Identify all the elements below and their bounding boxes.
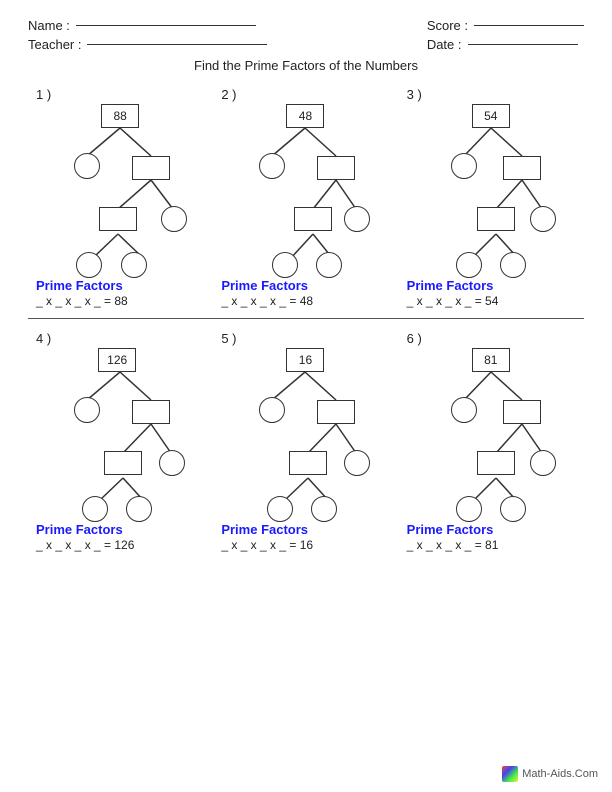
node-5-l3-right xyxy=(344,450,370,476)
page-title: Find the Prime Factors of the Numbers xyxy=(28,58,584,73)
problem-1-number: 1 ) xyxy=(36,87,51,102)
node-3-l4-right xyxy=(500,252,526,278)
node-1-l2-left xyxy=(74,153,100,179)
node-4-l2-right xyxy=(132,400,170,424)
problem-4: 4 ) 126 Prime Factors _ x _ xyxy=(28,325,213,556)
prime-label-5: Prime Factors xyxy=(221,522,308,537)
teacher-label: Teacher : xyxy=(28,37,81,52)
prime-equation-1: _ x _ x _ x _ = 88 xyxy=(36,294,128,308)
prime-label-6: Prime Factors xyxy=(407,522,494,537)
tree-5: 16 xyxy=(228,348,383,518)
node-2-l3-left xyxy=(294,207,332,231)
problem-3: 3 ) 54 Prime Factors _ x _ x xyxy=(399,81,584,312)
node-2-l3-right xyxy=(344,206,370,232)
node-5-l4-right xyxy=(311,496,337,522)
score-label: Score : xyxy=(427,18,468,33)
problems-grid-row2: 4 ) 126 Prime Factors _ x _ xyxy=(28,325,584,556)
problem-6: 6 ) 81 Prime Factors _ x _ x xyxy=(399,325,584,556)
prime-equation-4: _ x _ x _ x _ = 126 xyxy=(36,538,134,552)
node-4-l4-right xyxy=(126,496,152,522)
node-6-l4-right xyxy=(500,496,526,522)
name-underline xyxy=(76,25,256,26)
prime-equation-5: _ x _ x _ x _ = 16 xyxy=(221,538,313,552)
score-underline xyxy=(474,25,584,26)
node-54: 54 xyxy=(472,104,510,128)
divider xyxy=(28,318,584,319)
node-5-l2-left xyxy=(259,397,285,423)
node-6-l4-left xyxy=(456,496,482,522)
score-line: Score : xyxy=(427,18,584,33)
node-2-l4-left xyxy=(272,252,298,278)
node-1-l4-right xyxy=(121,252,147,278)
watermark: Math-Aids.Com xyxy=(502,766,598,782)
teacher-line: Teacher : xyxy=(28,37,267,52)
date-line: Date : xyxy=(427,37,584,52)
node-1-l3-left xyxy=(99,207,137,231)
problem-5: 5 ) 16 Prime Factors _ x _ x xyxy=(213,325,398,556)
problem-5-number: 5 ) xyxy=(221,331,236,346)
watermark-text: Math-Aids.Com xyxy=(522,768,598,780)
prime-label-3: Prime Factors xyxy=(407,278,494,293)
header: Name : Teacher : Score : Date : xyxy=(28,18,584,52)
date-underline xyxy=(468,44,578,45)
prime-label-2: Prime Factors xyxy=(221,278,308,293)
node-3-l2-right xyxy=(503,156,541,180)
node-2-l4-right xyxy=(316,252,342,278)
node-81: 81 xyxy=(472,348,510,372)
node-1-l4-left xyxy=(76,252,102,278)
problem-1: 1 ) 88 xyxy=(28,81,213,312)
node-88: 88 xyxy=(101,104,139,128)
prime-label-4: Prime Factors xyxy=(36,522,123,537)
node-3-l4-left xyxy=(456,252,482,278)
problems-grid-row1: 1 ) 88 xyxy=(28,81,584,312)
node-48: 48 xyxy=(286,104,324,128)
node-1-l2-right xyxy=(132,156,170,180)
node-3-l3-left xyxy=(477,207,515,231)
problem-4-number: 4 ) xyxy=(36,331,51,346)
tree-4: 126 xyxy=(43,348,198,518)
node-3-l2-left xyxy=(451,153,477,179)
prime-equation-6: _ x _ x _ x _ = 81 xyxy=(407,538,499,552)
node-2-l2-left xyxy=(259,153,285,179)
node-6-l3-right xyxy=(530,450,556,476)
node-6-l3-left xyxy=(477,451,515,475)
node-4-l2-left xyxy=(74,397,100,423)
node-1-l3-right xyxy=(161,206,187,232)
problem-3-number: 3 ) xyxy=(407,87,422,102)
header-right: Score : Date : xyxy=(427,18,584,52)
problem-6-number: 6 ) xyxy=(407,331,422,346)
name-label: Name : xyxy=(28,18,70,33)
tree-2: 48 xyxy=(228,104,383,274)
tree-6: 81 xyxy=(414,348,569,518)
teacher-underline xyxy=(87,44,267,45)
header-left: Name : Teacher : xyxy=(28,18,267,52)
prime-label-1: Prime Factors xyxy=(36,278,123,293)
node-4-l4-left xyxy=(82,496,108,522)
tree-1: 88 xyxy=(43,104,198,274)
node-3-l3-right xyxy=(530,206,556,232)
node-126: 126 xyxy=(98,348,136,372)
problem-2: 2 ) 48 Prime Factors _ x _ x xyxy=(213,81,398,312)
node-6-l2-right xyxy=(503,400,541,424)
prime-equation-2: _ x _ x _ x _ = 48 xyxy=(221,294,313,308)
node-5-l4-left xyxy=(267,496,293,522)
node-2-l2-right xyxy=(317,156,355,180)
page: Name : Teacher : Score : Date : Find the… xyxy=(0,0,612,792)
node-4-l3-left xyxy=(104,451,142,475)
node-5-l3-left xyxy=(289,451,327,475)
node-5-l2-right xyxy=(317,400,355,424)
node-16: 16 xyxy=(286,348,324,372)
problem-2-number: 2 ) xyxy=(221,87,236,102)
name-line: Name : xyxy=(28,18,267,33)
date-label: Date : xyxy=(427,37,462,52)
prime-equation-3: _ x _ x _ x _ = 54 xyxy=(407,294,499,308)
watermark-icon xyxy=(502,766,518,782)
node-6-l2-left xyxy=(451,397,477,423)
node-4-l3-right xyxy=(159,450,185,476)
tree-3: 54 xyxy=(414,104,569,274)
